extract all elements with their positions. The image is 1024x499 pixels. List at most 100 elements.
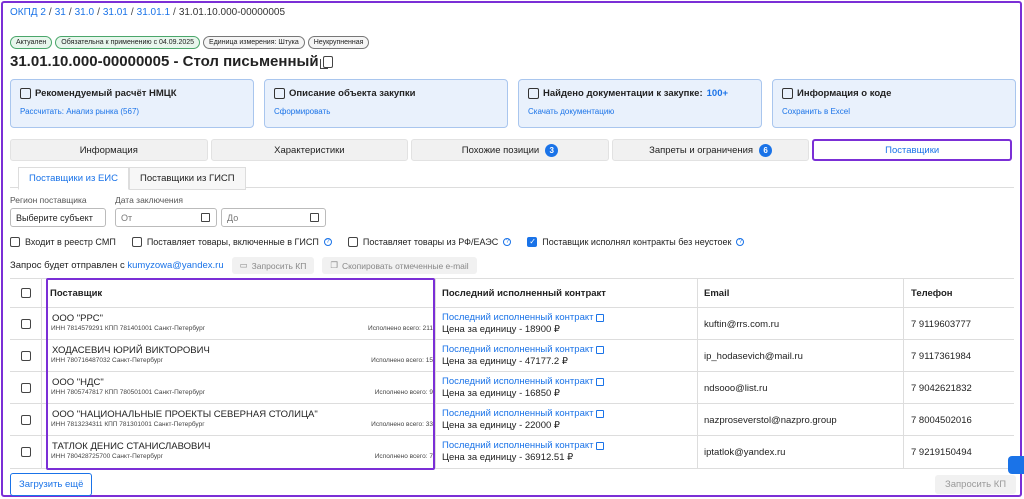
- supplier-phone: 7 9117361984: [911, 351, 972, 362]
- row-check-cell: [10, 340, 42, 371]
- header-check-cell: [10, 279, 42, 307]
- tab-label: Информация: [79, 144, 138, 156]
- supplier-phone: 7 9119603777: [911, 319, 972, 330]
- list-icon: [782, 88, 793, 99]
- checkbox-box[interactable]: [10, 237, 20, 247]
- row-check-cell: [10, 404, 42, 435]
- help-icon[interactable]: ?: [736, 238, 745, 246]
- tab-count-badge: 6: [759, 143, 773, 157]
- breadcrumb-current: 31.01.10.000-00000005: [178, 7, 286, 18]
- contract-link[interactable]: Последний исполненный контракт: [442, 408, 605, 419]
- calendar-icon[interactable]: [310, 213, 319, 222]
- checkbox-label: Входит в реестр СМП: [25, 237, 116, 247]
- document-icon: [528, 88, 539, 99]
- page-title-row: 31.01.10.000-00000005 - Стол письменный: [10, 53, 333, 70]
- supplier-email: ndsooo@list.ru: [704, 383, 768, 394]
- copy-emails-button[interactable]: ❐ Скопировать отмеченные e-mail: [322, 257, 477, 274]
- contract-link[interactable]: Последний исполненный контракт: [442, 344, 605, 355]
- tab-suppliers[interactable]: Поставщики: [812, 139, 1012, 161]
- box-icon: [274, 88, 285, 99]
- tab-label: Похожие позиции: [461, 144, 540, 156]
- subtab-eis[interactable]: Поставщики из ЕИС: [18, 167, 129, 190]
- card-code-info: Информация о коде Сохранить в Excel: [772, 79, 1016, 128]
- header-phone-cell: Телефон: [904, 279, 1014, 307]
- tab-count-badge: 3: [545, 143, 559, 157]
- calendar-icon[interactable]: [201, 213, 210, 222]
- supplier-phone: 7 9219150494: [911, 447, 972, 458]
- tab-label: Характеристики: [274, 144, 345, 156]
- row-checkbox[interactable]: [21, 319, 31, 329]
- status-badges: Актуален Обязательна к применению с 04.0…: [10, 36, 370, 49]
- help-icon[interactable]: ?: [323, 238, 332, 246]
- checkbox-box[interactable]: [347, 237, 358, 247]
- card-title: Информация о коде: [797, 88, 892, 99]
- help-icon[interactable]: ?: [503, 238, 512, 246]
- request-row: Запрос будет отправлен с kumyzowa@yandex…: [10, 257, 477, 274]
- external-link-icon: [596, 409, 605, 418]
- breadcrumb-31-0[interactable]: 31.0: [75, 7, 94, 18]
- supplier-email: nazproseverstol@nazpro.group: [704, 415, 837, 426]
- checkbox-no-penalties[interactable]: Поставщик исполнял контракты без неустое…: [527, 237, 745, 247]
- request-kp-button[interactable]: ▭ Запросить КП: [231, 257, 315, 274]
- tab-label: Поставщики: [885, 144, 940, 156]
- checkbox-box-checked[interactable]: [527, 237, 538, 247]
- row-checkbox[interactable]: [21, 415, 31, 425]
- request-kp-footer-button[interactable]: Запросить КП: [935, 475, 1017, 494]
- header-phone[interactable]: Телефон: [911, 288, 953, 299]
- checkbox-smp[interactable]: Входит в реестр СМП: [10, 237, 116, 247]
- row-check-cell: [10, 308, 42, 339]
- checkbox-rf-eaeu[interactable]: Поставляет товары из РФ/ЕАЭС?: [347, 237, 512, 247]
- date-from-input[interactable]: От: [115, 208, 217, 227]
- card-link-documentation[interactable]: Скачать документацию: [528, 107, 752, 116]
- breadcrumb-sep: /: [130, 7, 134, 18]
- tab-characteristics[interactable]: Характеристики: [210, 139, 409, 161]
- tab-restrictions[interactable]: Запреты и ограничения 6: [611, 139, 810, 161]
- card-accent-count: 100+: [706, 88, 729, 99]
- row-checkbox[interactable]: [21, 383, 31, 393]
- header-contract[interactable]: Последний исполненный контракт: [442, 288, 606, 299]
- contract-link[interactable]: Последний исполненный контракт: [442, 376, 605, 387]
- row-checkbox[interactable]: [21, 351, 31, 361]
- checkbox-box[interactable]: [131, 237, 142, 247]
- chat-icon[interactable]: [1008, 456, 1024, 474]
- select-all-checkbox[interactable]: [21, 288, 31, 298]
- row-checkbox[interactable]: [21, 447, 31, 457]
- header-email[interactable]: Email: [704, 288, 729, 299]
- badge-unit: Единица измерения: Штука: [203, 36, 305, 49]
- copy-icon[interactable]: [319, 55, 333, 69]
- contract-link-label: Последний исполненный контракт: [442, 312, 594, 323]
- card-link-description[interactable]: Сформировать: [274, 107, 498, 116]
- breadcrumb-31[interactable]: 31: [55, 7, 66, 18]
- request-email-link[interactable]: kumyzowa@yandex.ru: [127, 260, 223, 271]
- filter-checkboxes: Входит в реестр СМП Поставляет товары, в…: [10, 237, 745, 247]
- load-more-button[interactable]: Загрузить ещё: [10, 473, 93, 496]
- breadcrumb-okpd2[interactable]: ОКПД 2: [10, 7, 46, 18]
- main-tabs: Информация Характеристики Похожие позици…: [10, 139, 1012, 161]
- contract-price: Цена за единицу - 47177.2 ₽: [442, 356, 568, 367]
- region-select[interactable]: Выберите субъект: [10, 208, 106, 227]
- breadcrumb-sep: /: [173, 7, 176, 18]
- request-label: Запрос будет отправлен с: [10, 260, 125, 271]
- tab-information[interactable]: Информация: [10, 139, 208, 161]
- contract-link-label: Последний исполненный контракт: [442, 440, 594, 451]
- card-link-nmck[interactable]: Рассчитать: Анализ рынка (567): [20, 107, 244, 116]
- checkbox-gisp[interactable]: Поставляет товары, включенные в ГИСП?: [131, 237, 332, 247]
- button-label: Скопировать отмеченные e-mail: [341, 260, 469, 271]
- breadcrumb: ОКПД 2/31/31.0/31.01/31.01.1/31.01.10.00…: [10, 7, 285, 18]
- contract-link[interactable]: Последний исполненный контракт: [442, 312, 605, 323]
- supplier-phone: 7 8004502016: [911, 415, 972, 426]
- date-to-input[interactable]: До: [221, 208, 326, 227]
- contract-price: Цена за единицу - 22000 ₽: [442, 420, 560, 431]
- request-text: Запрос будет отправлен с kumyzowa@yandex…: [10, 260, 224, 271]
- card-link-excel[interactable]: Сохранить в Excel: [782, 107, 1006, 116]
- breadcrumb-31-01[interactable]: 31.01: [103, 7, 128, 18]
- contract-price: Цена за единицу - 16850 ₽: [442, 388, 560, 399]
- breadcrumb-31-01-1[interactable]: 31.01.1: [137, 7, 170, 18]
- date-label: Дата заключения: [115, 195, 183, 205]
- contract-price: Цена за единицу - 18900 ₽: [442, 324, 560, 335]
- contract-link[interactable]: Последний исполненный контракт: [442, 440, 605, 451]
- button-label: Запросить КП: [251, 260, 307, 271]
- header-contract-cell: Последний исполненный контракт: [436, 279, 698, 307]
- tab-similar[interactable]: Похожие позиции 3: [411, 139, 609, 161]
- subtab-gisp[interactable]: Поставщики из ГИСП: [129, 167, 246, 190]
